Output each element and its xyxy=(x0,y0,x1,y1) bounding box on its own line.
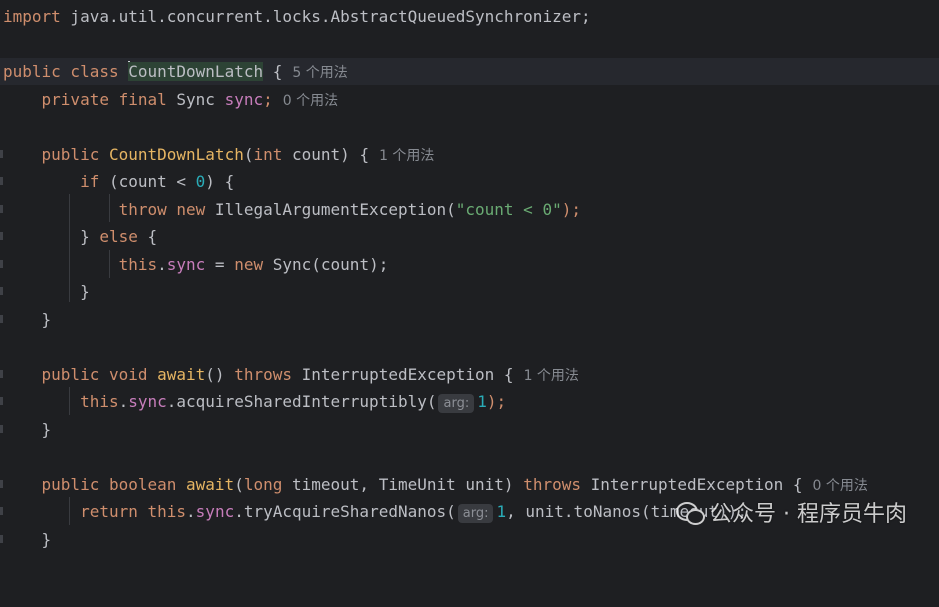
brace: } xyxy=(41,530,52,549)
import-path: java.util.concurrent.locks.AbstractQueue… xyxy=(60,7,591,26)
dot: . xyxy=(186,502,196,521)
field-name: sync xyxy=(128,392,167,411)
condition: (count < xyxy=(99,172,196,191)
code-line-import[interactable]: import java.util.concurrent.locks.Abstra… xyxy=(0,3,939,30)
keyword: public void xyxy=(41,365,148,384)
dot: . xyxy=(157,255,167,274)
dot: . xyxy=(118,392,129,411)
code-line-await-method[interactable]: public void await() throws InterruptedEx… xyxy=(0,361,939,388)
exception-type: InterruptedException { xyxy=(292,365,514,384)
keyword: else xyxy=(99,227,138,246)
keyword: public boolean xyxy=(41,475,177,494)
semicolon: ); xyxy=(561,200,581,219)
operator: = xyxy=(205,255,235,274)
wechat-logo-icon xyxy=(676,500,706,525)
parameter-hint: arg: xyxy=(457,504,494,523)
brace: } xyxy=(80,282,90,301)
code-line-class-declaration[interactable]: public class CountDownLatch {5 个用法 xyxy=(0,58,939,85)
keyword: import xyxy=(3,7,61,26)
method-call: .acquireSharedInterruptibly( xyxy=(166,392,437,411)
usages-hint[interactable]: 0 个用法 xyxy=(813,478,868,494)
usages-hint[interactable]: 1 个用法 xyxy=(524,368,579,384)
constructor-call: Sync(count); xyxy=(263,255,389,274)
class-name[interactable]: CountDownLatch xyxy=(128,62,264,81)
brace: } xyxy=(80,227,100,246)
semicolon: ); xyxy=(486,392,507,411)
code-line-field[interactable]: private final Sync sync; 0 个用法 xyxy=(0,86,939,113)
keyword: return xyxy=(80,502,138,521)
code-line-throw[interactable]: throw new IllegalArgumentException("coun… xyxy=(0,196,939,223)
method-name: await xyxy=(147,365,206,384)
keyword: public xyxy=(41,145,100,164)
keyword: throws xyxy=(523,475,581,494)
method-name: await xyxy=(176,475,235,494)
keyword: int xyxy=(253,145,283,164)
keyword: new xyxy=(166,200,206,219)
params: count) { xyxy=(282,145,370,164)
brace: } xyxy=(41,310,52,329)
keyword: long xyxy=(243,475,283,494)
usages-hint[interactable]: 5 个用法 xyxy=(292,65,347,81)
keyword: this xyxy=(118,255,158,274)
brace: ) { xyxy=(205,172,235,191)
code-line-await-timeout-method[interactable]: public boolean await(long timeout, TimeU… xyxy=(0,471,939,498)
field-name: sync xyxy=(195,502,235,521)
code-line-close-brace[interactable]: } xyxy=(0,306,939,333)
method-call: .tryAcquireSharedNanos( xyxy=(234,502,456,521)
number-literal: 1 xyxy=(477,392,487,411)
params: timeout, TimeUnit unit) xyxy=(282,475,524,494)
keyword: this xyxy=(80,392,119,411)
keyword: if xyxy=(80,172,100,191)
code-line-constructor[interactable]: public CountDownLatch(int count) {1 个用法 xyxy=(0,141,939,168)
code-line-close-brace[interactable]: } xyxy=(0,278,939,305)
string-literal: "count < 0" xyxy=(455,200,562,219)
brace: { xyxy=(263,62,283,81)
code-line-assign[interactable]: this.sync = new Sync(count); xyxy=(0,251,939,278)
number-literal: 1 xyxy=(496,502,507,521)
code-line-if[interactable]: if (count < 0) { xyxy=(0,168,939,195)
usages-hint[interactable]: 1 个用法 xyxy=(379,148,434,164)
keyword: throws xyxy=(234,365,292,384)
code-line-close-brace[interactable]: } xyxy=(0,416,939,443)
parameter-hint: arg: xyxy=(438,394,475,413)
brace: } xyxy=(41,420,52,439)
type-name: Sync xyxy=(166,90,225,109)
code-line-await-body[interactable]: this.sync.acquireSharedInterruptibly(arg… xyxy=(0,388,939,415)
constructor-call: IllegalArgumentException( xyxy=(205,200,456,219)
paren: ( xyxy=(234,475,244,494)
watermark: 公众号 · 程序员牛肉 xyxy=(676,496,907,528)
params: () xyxy=(205,365,235,384)
exception-type: InterruptedException { xyxy=(580,475,803,494)
keyword: private final xyxy=(41,90,167,109)
field-name: sync xyxy=(224,90,264,109)
keyword: this xyxy=(137,502,187,521)
code-line-else[interactable]: } else { xyxy=(0,223,939,250)
method-name: CountDownLatch xyxy=(108,145,244,164)
keyword: public class xyxy=(3,62,119,81)
semicolon: ; xyxy=(263,90,273,109)
watermark-text: 公众号 · 程序员牛肉 xyxy=(710,502,907,527)
keyword: new xyxy=(234,255,264,274)
number-literal: 0 xyxy=(195,172,206,191)
code-editor[interactable]: import java.util.concurrent.locks.Abstra… xyxy=(0,0,939,551)
brace: { xyxy=(137,227,158,246)
keyword: throw xyxy=(118,200,167,219)
usages-hint[interactable]: 0 个用法 xyxy=(283,93,338,109)
field-name: sync xyxy=(166,255,206,274)
code-line-close-brace[interactable]: } xyxy=(0,526,939,553)
